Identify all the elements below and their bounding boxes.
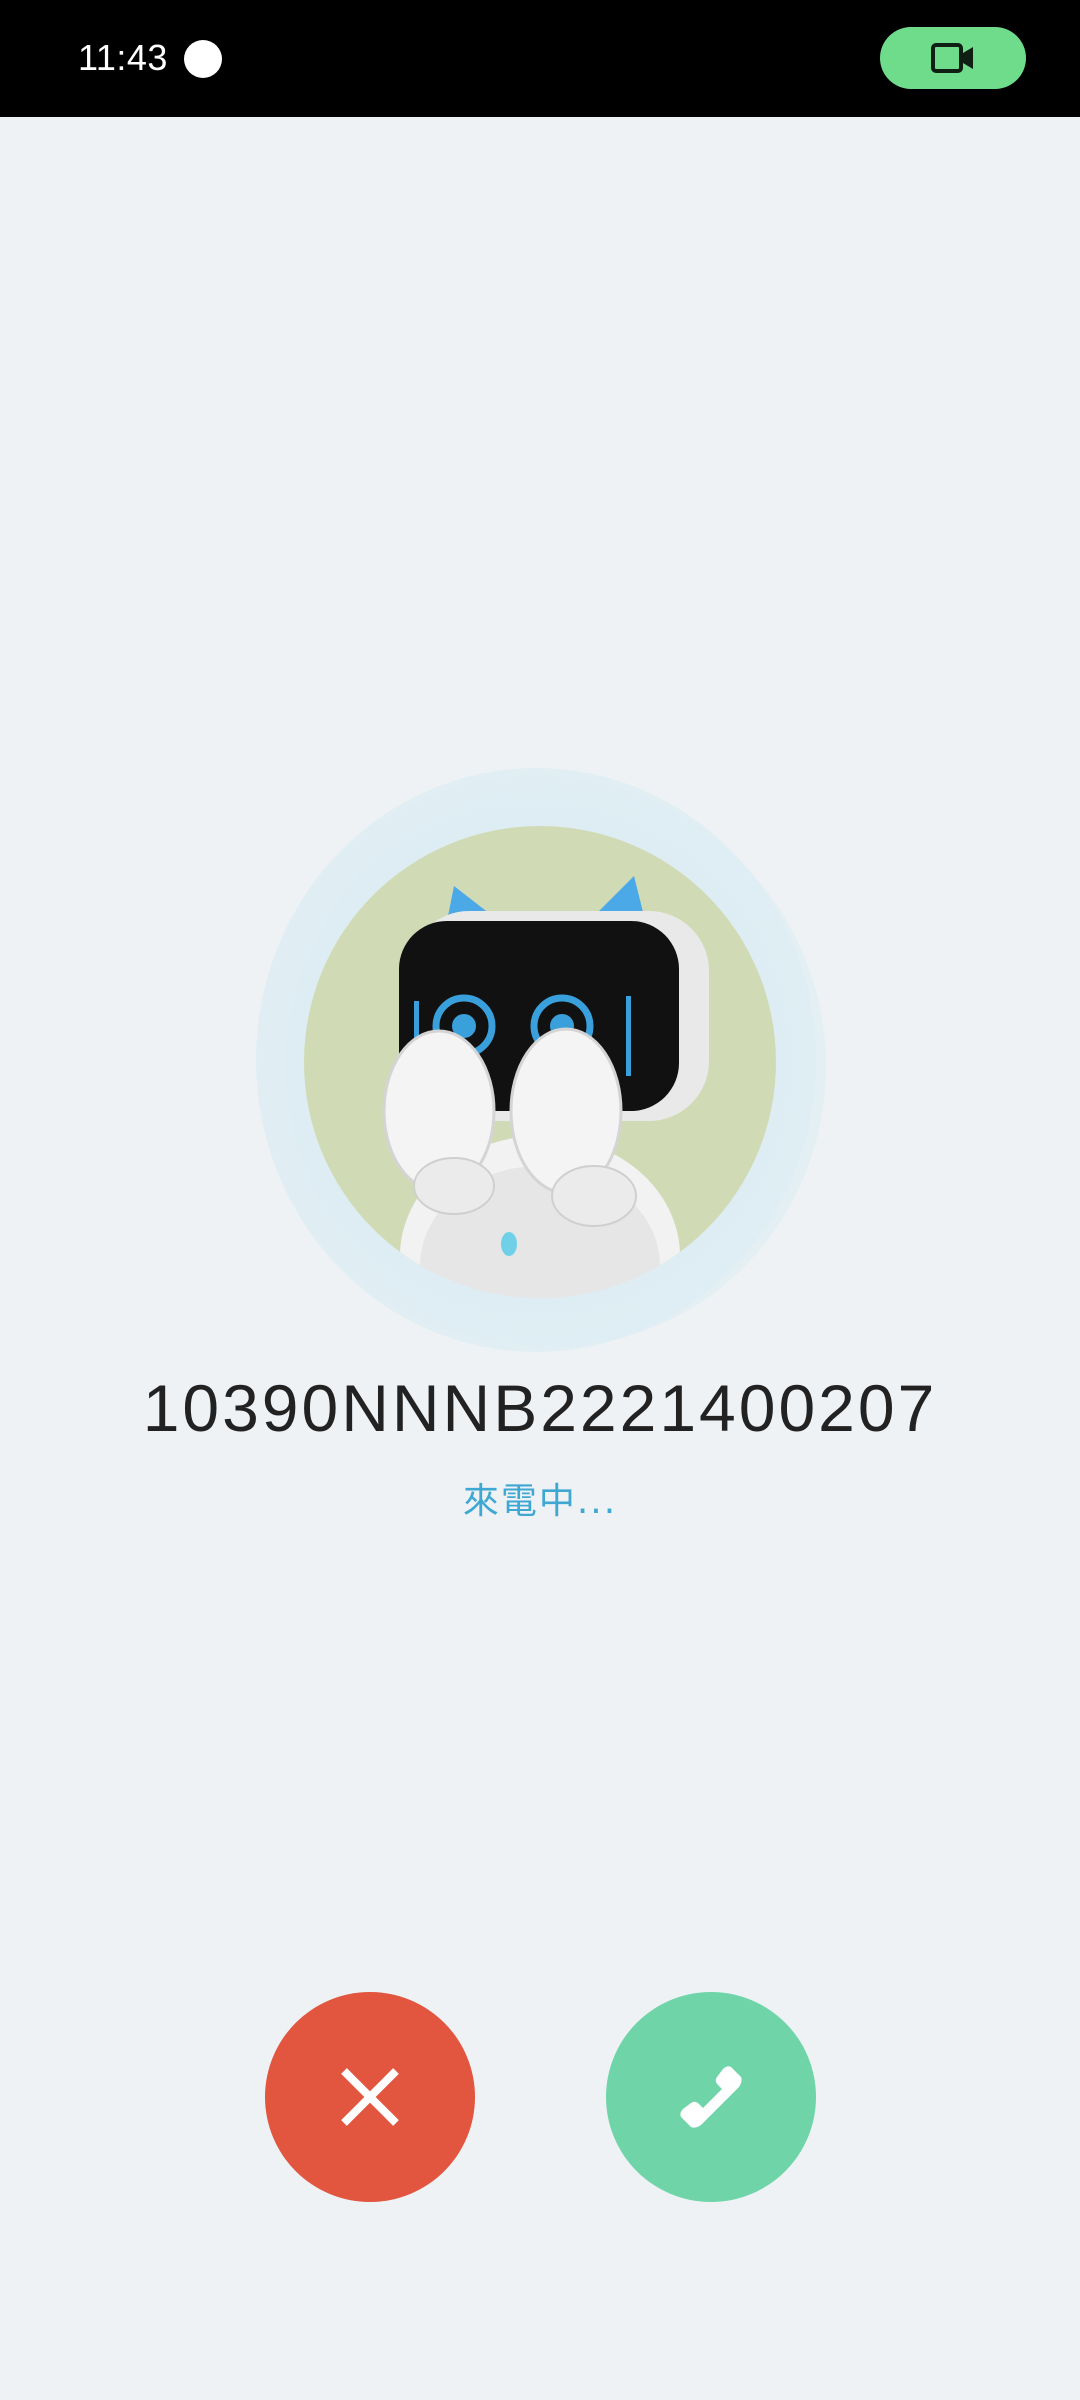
- close-icon: [341, 2068, 399, 2126]
- status-time: 11:43: [78, 37, 168, 78]
- caller-name: 10390NNNB2221400207: [142, 1371, 938, 1445]
- video-camera-icon: [931, 43, 973, 73]
- call-status: 來電中...: [462, 1481, 618, 1522]
- status-bar: 11:43: [0, 0, 1080, 117]
- circle-dot-icon: [184, 40, 222, 78]
- robot-cat-avatar: [382, 876, 709, 1298]
- phone-icon: [680, 2066, 742, 2128]
- caller-avatar: [304, 826, 776, 1298]
- avatar-container: [256, 768, 826, 1356]
- decline-call-button[interactable]: [265, 1992, 475, 2202]
- screen-record-pill[interactable]: [880, 27, 1026, 89]
- accept-call-button[interactable]: [606, 1992, 816, 2202]
